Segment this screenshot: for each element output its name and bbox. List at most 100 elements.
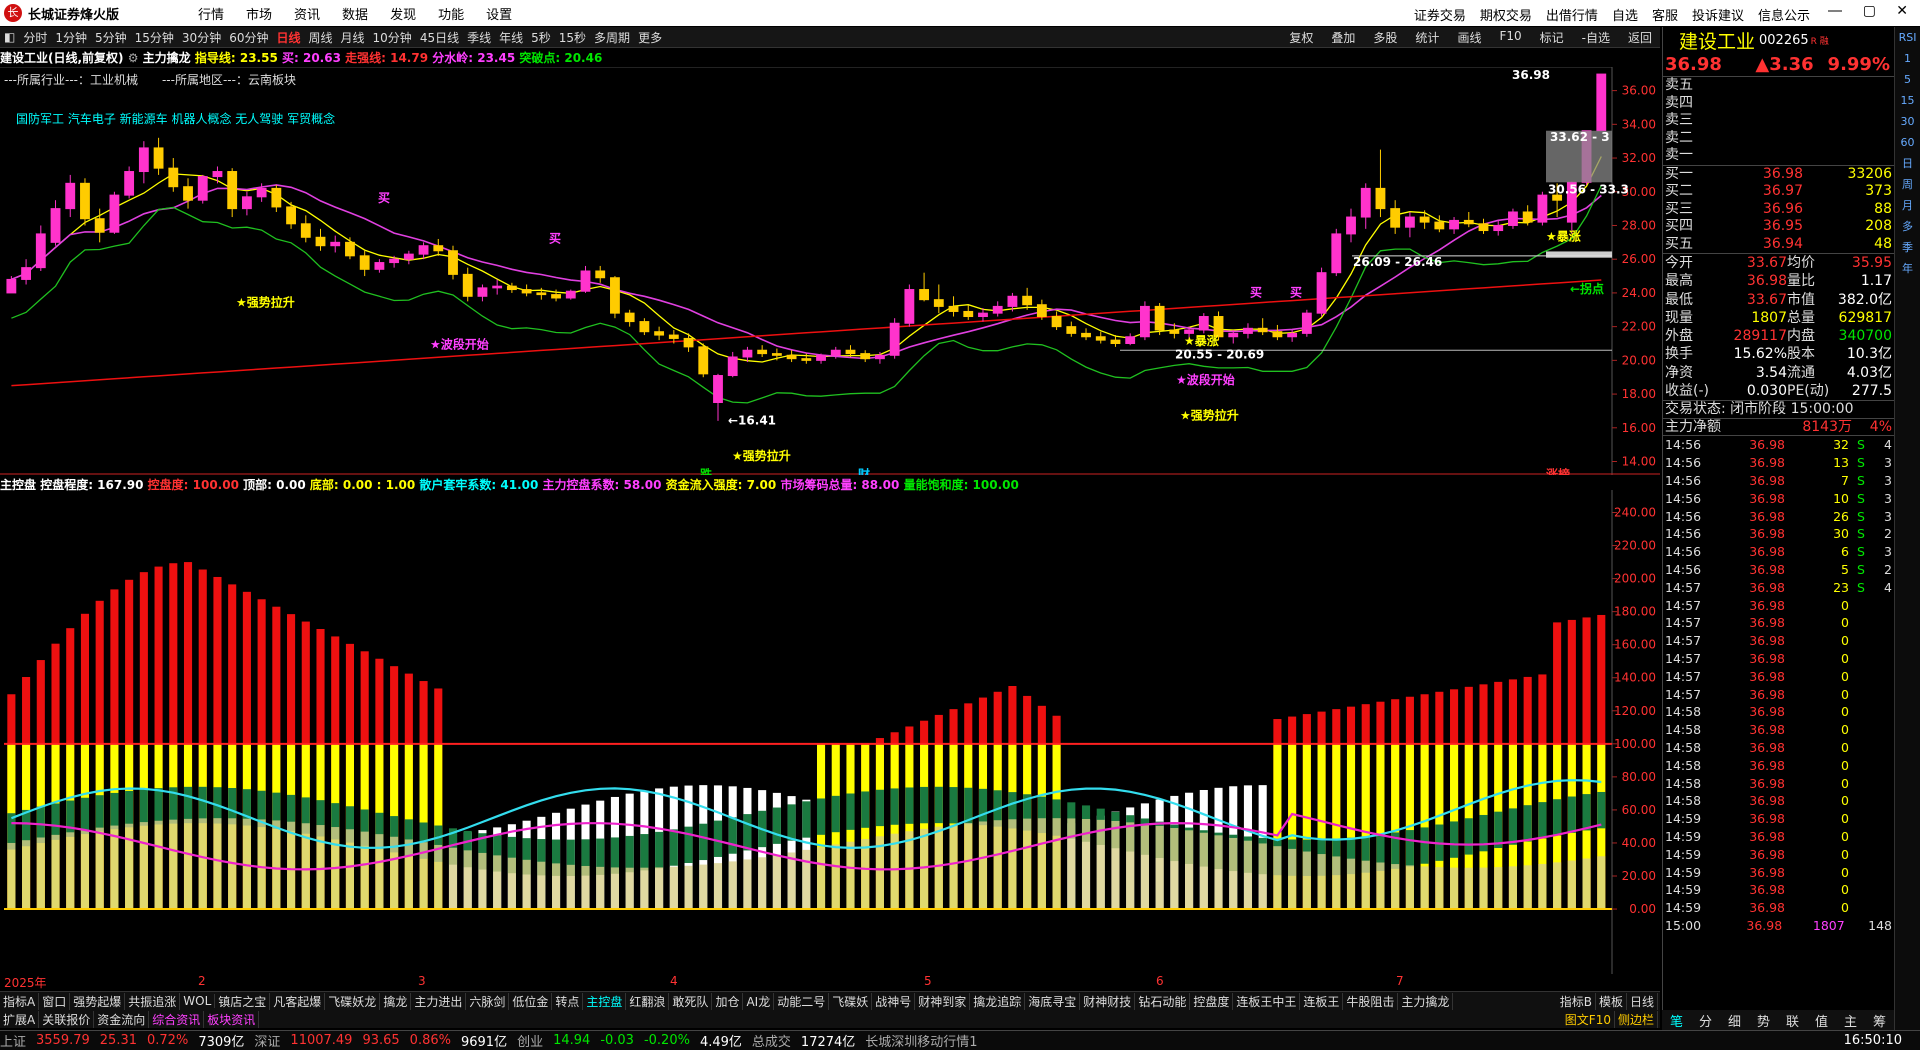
bid-row[interactable]: 买四 36.95 208 — [1663, 218, 1894, 236]
link-options[interactable]: 期权交易 — [1480, 9, 1532, 24]
minimize-icon[interactable]: ― — [1828, 3, 1842, 19]
side-btn-0[interactable]: RSI — [1895, 27, 1920, 48]
quote-tab-5[interactable]: 值 — [1807, 1011, 1836, 1030]
link-service[interactable]: 客服 — [1652, 9, 1678, 24]
tick-row[interactable]: 14:58 36.98 0 — [1663, 757, 1894, 775]
indicator-tab-5[interactable]: 镇店之宝 — [215, 992, 271, 1010]
link-disclosure[interactable]: 信息公示 — [1758, 9, 1810, 24]
tick-row[interactable]: 14:59 36.98 0 — [1663, 828, 1894, 846]
sh-index[interactable]: 3559.79 — [36, 1033, 90, 1048]
side-btn-10[interactable]: 季 — [1895, 237, 1920, 258]
indicator-tab-17[interactable]: AI龙 — [743, 992, 775, 1010]
tick-row[interactable]: 14:57 36.98 0 — [1663, 597, 1894, 615]
period-8[interactable]: 月线 — [337, 29, 369, 46]
side-btn-1[interactable]: 1 — [1895, 48, 1920, 69]
tick-row[interactable]: 14:56 36.98 32 S 4 — [1663, 436, 1894, 454]
bid-row[interactable]: 买五 36.94 48 — [1663, 236, 1894, 254]
indicator-tab-29[interactable]: 牛股阻击 — [1343, 992, 1399, 1010]
indicator-tab-22[interactable]: 擒龙追踪 — [970, 992, 1026, 1010]
indicator-tab-11[interactable]: 低位金 — [509, 992, 553, 1010]
stat-row[interactable]: 收益(-) 0.030 PE(动) 277.5 — [1663, 382, 1894, 400]
menu-settings[interactable]: 设置 — [486, 8, 512, 23]
quote-tab-0[interactable]: 笔 — [1662, 1011, 1691, 1030]
maximize-icon[interactable]: ▢ — [1863, 3, 1876, 19]
ask-row[interactable]: 卖五 — [1663, 77, 1894, 95]
tick-row[interactable]: 14:56 36.98 5 S 2 — [1663, 561, 1894, 579]
cy-index[interactable]: 14.94 — [553, 1033, 590, 1048]
tool-8[interactable]: 返回 — [1624, 29, 1656, 46]
period-0[interactable]: 分时 — [19, 29, 51, 46]
period-16[interactable]: 更多 — [634, 29, 666, 46]
menu-discover[interactable]: 发现 — [390, 8, 416, 23]
tick-row[interactable]: 14:57 36.98 0 — [1663, 668, 1894, 686]
ask-row[interactable]: 卖四 — [1663, 95, 1894, 113]
tabs2-right-1[interactable]: 侧边栏 — [1615, 1011, 1658, 1028]
stat-row[interactable]: 外盘 289117 内盘 340700 — [1663, 327, 1894, 345]
tabs2-right-0[interactable]: 图文F10 — [1562, 1011, 1615, 1028]
menu-market-quote[interactable]: 行情 — [198, 8, 224, 23]
indicator-tab-6[interactable]: 凡客起爆 — [270, 992, 326, 1010]
side-btn-9[interactable]: 多 — [1895, 216, 1920, 237]
indicator-tab-27[interactable]: 连板王中王 — [1233, 992, 1301, 1010]
tick-row[interactable]: 14:57 36.98 0 — [1663, 632, 1894, 650]
tabs1-right-0[interactable]: 指标B — [1557, 993, 1596, 1010]
sz-index[interactable]: 11007.49 — [290, 1033, 352, 1048]
indicator-tab-20[interactable]: 战神号 — [872, 992, 916, 1010]
tick-row[interactable]: 14:58 36.98 0 — [1663, 792, 1894, 810]
indicator-tab-24[interactable]: 财神财技 — [1080, 992, 1136, 1010]
indicator-tab-9[interactable]: 主力进出 — [411, 992, 467, 1010]
period-1[interactable]: 1分钟 — [51, 29, 91, 46]
indicator-tab-19[interactable]: 飞碟妖 — [829, 992, 873, 1010]
period-7[interactable]: 周线 — [305, 29, 337, 46]
tick-list[interactable]: 14:56 36.98 32 S 4 14:56 36.98 13 S 3 14:56 36.98 7 S… — [1663, 435, 1894, 934]
tick-row[interactable]: 14:57 36.98 23 S 4 — [1663, 579, 1894, 597]
quote-tab-3[interactable]: 势 — [1749, 1011, 1778, 1030]
period-14[interactable]: 15秒 — [555, 29, 590, 46]
tool-6[interactable]: 标记 — [1536, 29, 1568, 46]
tool-4[interactable]: 画线 — [1453, 29, 1485, 46]
indicator-tab-4[interactable]: WOL — [180, 994, 216, 1008]
link-complaint[interactable]: 投诉建议 — [1692, 9, 1744, 24]
tick-row[interactable]: 14:59 36.98 0 — [1663, 810, 1894, 828]
link-trade[interactable]: 证券交易 — [1414, 9, 1466, 24]
indicator-tab-7[interactable]: 飞碟妖龙 — [325, 992, 381, 1010]
tool-1[interactable]: 叠加 — [1327, 29, 1359, 46]
menu-function[interactable]: 功能 — [438, 8, 464, 23]
ext-tab-3[interactable]: 综合资讯 — [149, 1010, 205, 1028]
indicator-tab-14[interactable]: 红翻浪 — [626, 992, 670, 1010]
bid-row[interactable]: 买一 36.98 33206 — [1663, 166, 1894, 184]
menu-data[interactable]: 数据 — [342, 8, 368, 23]
indicator-tab-13[interactable]: 主控盘 — [583, 992, 627, 1010]
side-btn-4[interactable]: 30 — [1895, 111, 1920, 132]
bid-row[interactable]: 买二 36.97 373 — [1663, 183, 1894, 201]
tick-row[interactable]: 14:58 36.98 0 — [1663, 739, 1894, 757]
indicator-tab-26[interactable]: 控盘度 — [1190, 992, 1234, 1010]
stat-row[interactable]: 最高 36.98 量比 1.17 — [1663, 272, 1894, 290]
tick-row[interactable]: 15:00 36.98 1807 148 — [1663, 917, 1894, 935]
tick-row[interactable]: 14:59 36.98 0 — [1663, 864, 1894, 882]
quote-tab-6[interactable]: 主 — [1836, 1011, 1865, 1030]
link-lending[interactable]: 出借行情 — [1546, 9, 1598, 24]
panel-toggle-icon[interactable]: ◧ — [0, 30, 19, 44]
indicator-name[interactable]: 主力擒龙 — [143, 51, 191, 65]
close-icon[interactable]: ✕ — [1896, 3, 1908, 19]
tick-row[interactable]: 14:59 36.98 0 — [1663, 846, 1894, 864]
indicator-tab-3[interactable]: 共振追涨 — [125, 992, 181, 1010]
ext-tab-0[interactable]: 扩展A — [0, 1010, 40, 1028]
indicator-tab-16[interactable]: 加仓 — [712, 992, 744, 1010]
indicator-tab-12[interactable]: 转点 — [552, 992, 584, 1010]
period-2[interactable]: 5分钟 — [91, 29, 131, 46]
indicator-tab-21[interactable]: 财神到家 — [915, 992, 971, 1010]
period-10[interactable]: 45日线 — [416, 29, 463, 46]
tool-5[interactable]: F10 — [1495, 29, 1525, 46]
kline-chart[interactable]: 14.00 16.00 18.00 20.00 22.00 24.00 26.00 28.00… — [0, 67, 1660, 475]
side-btn-5[interactable]: 60 — [1895, 132, 1920, 153]
ext-tab-2[interactable]: 资金流向 — [94, 1010, 150, 1028]
ask-row[interactable]: 卖三 — [1663, 112, 1894, 130]
stat-row[interactable]: 现量 1807 总量 629817 — [1663, 309, 1894, 327]
stat-row[interactable]: 净资 3.54 流通 4.03亿 — [1663, 364, 1894, 382]
tool-2[interactable]: 多股 — [1369, 29, 1401, 46]
indicator-tab-15[interactable]: 敢死队 — [669, 992, 713, 1010]
tick-row[interactable]: 14:57 36.98 0 — [1663, 614, 1894, 632]
tick-row[interactable]: 14:57 36.98 0 — [1663, 650, 1894, 668]
